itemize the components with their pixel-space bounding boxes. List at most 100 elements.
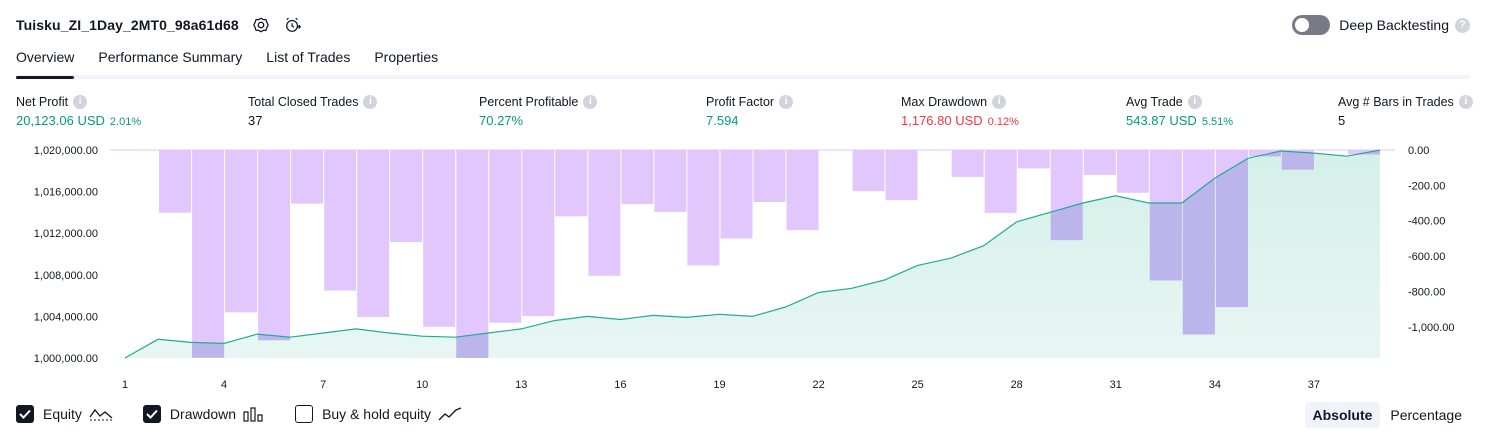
x-tick-label: 10 [416,379,428,391]
y-left-tick-label: 1,012,000.00 [34,228,98,240]
info-icon[interactable]: i [779,94,794,109]
info-icon[interactable]: i [1458,94,1473,109]
y-right-tick-label: 0.00 [1408,145,1429,157]
equity-line-icon [89,406,113,422]
drawdown-bar [588,150,621,276]
settings-gear-icon[interactable] [251,15,271,35]
x-tick-label: 1 [122,379,128,391]
deep-backtesting-label: Deep Backtesting [1339,17,1449,33]
metric-label: Avg # Bars in Trades [1338,94,1454,109]
legend-drawdown-label: Drawdown [169,406,237,422]
drawdown-bar [357,150,390,317]
buy-hold-line-icon [438,406,462,422]
add-alert-clock-icon[interactable] [283,15,303,35]
y-right-tick-label: -400.00 [1408,216,1445,228]
metric-avg-bars: Avg # Bars in Trades i 5 [1338,93,1473,128]
metric-label: Profit Factor [706,94,775,109]
equity-drawdown-chart: 1,000,000.00 1,004,000.00 1,008,000.00 1,01… [34,145,1455,391]
info-icon[interactable]: i [73,94,88,109]
metric-total-closed-trades: Total Closed Trades i 37 [248,93,378,128]
drawdown-bar [225,150,258,313]
tab-properties[interactable]: Properties [374,47,438,75]
metric-value: 70.27% [479,113,524,128]
checkbox-checked-icon[interactable] [142,405,161,423]
info-icon[interactable]: i [992,94,1007,109]
deep-backtesting-toggle[interactable] [1292,15,1331,35]
drawdown-bar [192,150,225,358]
legend-drawdown[interactable]: Drawdown [142,405,265,423]
metric-label: Percent Profitable [479,94,579,109]
metric-value: 20,123.06 USD [16,113,105,128]
metric-label: Avg Trade [1126,94,1183,109]
y-right-tick-label: -200.00 [1408,180,1445,192]
x-tick-label: 37 [1308,379,1320,391]
mode-percentage-button[interactable]: Percentage [1382,402,1470,428]
legend-buy-hold-label: Buy & hold equity [322,406,432,422]
x-tick-label: 7 [320,379,326,391]
metric-avg-trade: Avg Trade i 543.87 USD 5.51% [1126,93,1233,128]
info-icon[interactable]: i [583,94,598,109]
tab-list-of-trades[interactable]: List of Trades [266,47,350,75]
checkbox-unchecked-icon[interactable] [295,405,314,423]
y-left-tick-label: 1,004,000.00 [34,311,98,323]
drawdown-bar [291,150,324,204]
drawdown-bar [984,150,1017,213]
drawdown-bars-icon [243,406,265,422]
x-tick-label: 13 [515,379,527,391]
metric-max-drawdown: Max Drawdown i 1,176.80 USD 0.12% [901,93,1019,128]
y-right-tick-label: -600.00 [1408,251,1445,263]
metric-net-profit: Net Profit i 20,123.06 USD 2.01% [16,93,141,128]
deep-backtesting-control: Deep Backtesting ? [1292,13,1470,37]
legend-buy-hold-equity[interactable]: Buy & hold equity [295,405,462,423]
drawdown-bar [555,150,588,217]
drawdown-bar [753,150,786,202]
drawdown-bar [390,150,423,243]
help-icon[interactable]: ? [1455,17,1470,33]
metric-percent: 0.12% [987,116,1019,128]
drawdown-bar [522,150,555,317]
drawdown-bar [786,150,819,231]
tab-performance-summary[interactable]: Performance Summary [98,47,242,75]
strategy-title: Tuisku_ZI_1Day_2MT0_98a61d68 [16,17,239,33]
y-left-tick-label: 1,000,000.00 [34,353,98,365]
drawdown-bar [687,150,720,266]
drawdown-bar [489,150,522,323]
legend-equity[interactable]: Equity [16,405,113,423]
metric-value: 37 [248,113,263,128]
metric-profit-factor: Profit Factor i 7.594 [706,93,794,128]
drawdown-bar [852,150,885,192]
y-right-tick-label: -1,000.00 [1408,322,1454,334]
metric-percent: 5.51% [1201,116,1234,128]
x-tick-label: 16 [614,379,626,391]
legend-equity-label: Equity [43,406,82,422]
drawdown-bar [1116,150,1149,193]
drawdown-bar [621,150,654,205]
y-left-tick-label: 1,016,000.00 [34,187,98,199]
metric-value: 1,176.80 USD [901,113,983,128]
chart-legend: Equity Drawdown Buy & hold equity [16,402,492,426]
x-tick-label: 4 [221,379,227,391]
drawdown-bar [324,150,357,291]
y-left-tick-label: 1,020,000.00 [34,145,98,157]
x-tick-label: 34 [1209,379,1221,391]
metric-value: 5 [1338,113,1346,128]
drawdown-bar [1083,150,1116,175]
info-icon[interactable]: i [1187,94,1202,109]
drawdown-bar [885,150,918,201]
checkbox-checked-icon[interactable] [16,405,34,423]
x-tick-label: 19 [713,379,725,391]
mode-absolute-button[interactable]: Absolute [1304,402,1381,428]
drawdown-bar [654,150,687,212]
x-tick-label: 28 [1011,379,1023,391]
drawdown-bar [951,150,984,177]
tab-overview[interactable]: Overview [16,47,75,79]
metric-value: 543.87 USD [1126,113,1197,128]
metric-value: 7.594 [706,113,739,128]
info-icon[interactable]: i [363,94,378,109]
metric-percent: 2.01% [109,116,142,128]
y-right-tick-label: -800.00 [1408,286,1445,298]
y-left-tick-label: 1,008,000.00 [34,270,98,282]
metric-label: Total Closed Trades [248,94,359,109]
report-tabs: Overview Performance Summary List of Tra… [16,47,1470,79]
metric-label: Max Drawdown [901,94,988,109]
